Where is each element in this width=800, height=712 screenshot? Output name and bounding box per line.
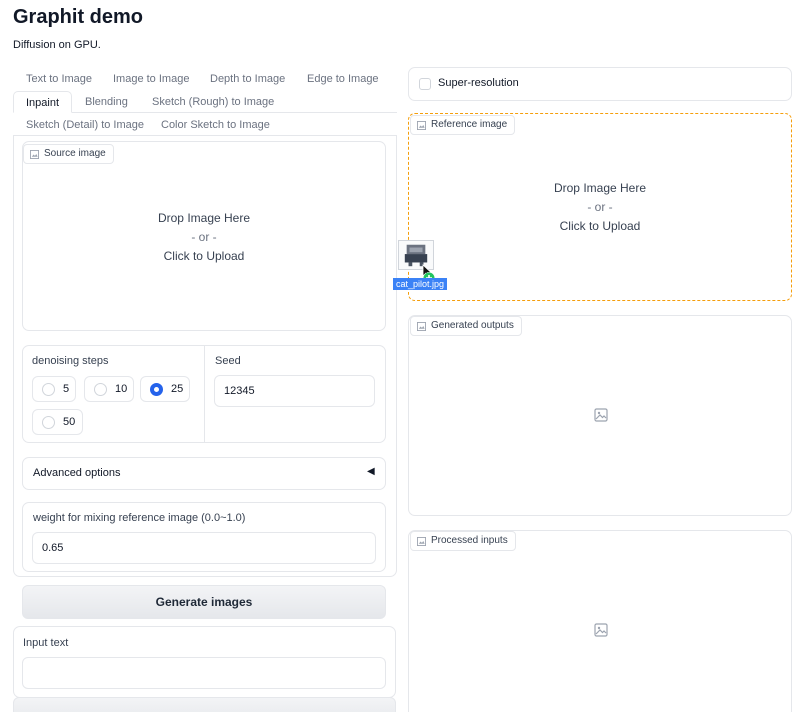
advanced-options-label: Advanced options — [33, 467, 121, 479]
image-icon — [417, 321, 426, 331]
submit-button-partial[interactable] — [13, 697, 396, 712]
app-subtitle: Diffusion on GPU. — [13, 39, 101, 51]
radio-label: 10 — [115, 383, 128, 395]
tab-image-to-image[interactable]: Image to Image — [113, 68, 189, 90]
weight-label: weight for mixing reference image (0.0~1… — [33, 512, 246, 524]
tab-sketch-rough[interactable]: Sketch (Rough) to Image — [152, 91, 274, 113]
image-placeholder-icon — [594, 408, 608, 422]
radio-steps-25[interactable]: 25 — [140, 376, 190, 402]
processed-inputs-gallery — [408, 530, 792, 712]
processed-inputs-label-text: Processed inputs — [431, 535, 508, 546]
reference-click-text: Click to Upload — [559, 219, 641, 233]
image-placeholder-icon — [594, 623, 608, 637]
processed-inputs-label: Processed inputs — [410, 531, 516, 551]
super-resolution-checkbox[interactable] — [419, 78, 431, 90]
tab-sketch-detail[interactable]: Sketch (Detail) to Image — [26, 114, 144, 136]
super-resolution-label[interactable]: Super-resolution — [438, 77, 519, 89]
source-click-text: Click to Upload — [163, 249, 245, 263]
radio-circle — [94, 382, 107, 396]
generated-outputs-label-text: Generated outputs — [431, 320, 514, 331]
generated-outputs-label: Generated outputs — [410, 316, 522, 336]
source-image-label-text: Source image — [44, 148, 106, 159]
radio-circle-selected — [150, 382, 163, 396]
source-drop-text-block[interactable]: Drop Image Here - or - Click to Upload — [22, 209, 386, 266]
input-text-field[interactable] — [22, 657, 386, 689]
generate-images-button[interactable]: Generate images — [22, 585, 386, 619]
tab-text-to-image[interactable]: Text to Image — [26, 68, 92, 90]
tab-inpaint[interactable]: Inpaint — [13, 91, 73, 113]
radio-circle — [42, 382, 55, 396]
seed-input[interactable]: 12345 — [214, 375, 375, 407]
radio-circle — [42, 415, 55, 429]
source-drop-text: Drop Image Here — [157, 211, 251, 225]
radio-label: 25 — [171, 383, 184, 395]
reference-image-label: Reference image — [410, 115, 516, 135]
seed-label: Seed — [215, 355, 241, 367]
reference-image-label-text: Reference image — [431, 119, 508, 130]
reference-drop-text-block[interactable]: Drop Image Here - or - Click to Upload — [408, 179, 792, 236]
tab-color-sketch[interactable]: Color Sketch to Image — [161, 114, 270, 136]
denoising-steps-label: denoising steps — [32, 355, 109, 367]
radio-steps-10[interactable]: 10 — [84, 376, 134, 402]
radio-steps-5[interactable]: 5 — [32, 376, 76, 402]
dragged-file-name: cat_pilot.jpg — [393, 278, 448, 290]
source-image-label: Source image — [23, 144, 114, 164]
tab-edge-to-image[interactable]: Edge to Image — [307, 68, 379, 90]
row-divider — [204, 346, 205, 442]
source-or-text: - or - — [191, 230, 217, 244]
image-icon — [417, 536, 426, 546]
tab-blending[interactable]: Blending — [85, 91, 128, 113]
collapse-arrow-icon[interactable]: ◀ — [367, 466, 375, 477]
radio-label: 50 — [63, 416, 76, 428]
app-title: Graphit demo — [13, 6, 144, 28]
radio-label: 5 — [63, 383, 70, 395]
reference-or-text: - or - — [587, 200, 613, 214]
image-icon — [30, 149, 39, 159]
reference-drop-text: Drop Image Here — [553, 181, 647, 195]
weight-input[interactable]: 0.65 — [32, 532, 376, 564]
radio-steps-50[interactable]: 50 — [32, 409, 83, 435]
image-icon — [417, 120, 426, 130]
input-text-label: Input text — [23, 637, 69, 649]
tab-depth-to-image[interactable]: Depth to Image — [210, 68, 285, 90]
